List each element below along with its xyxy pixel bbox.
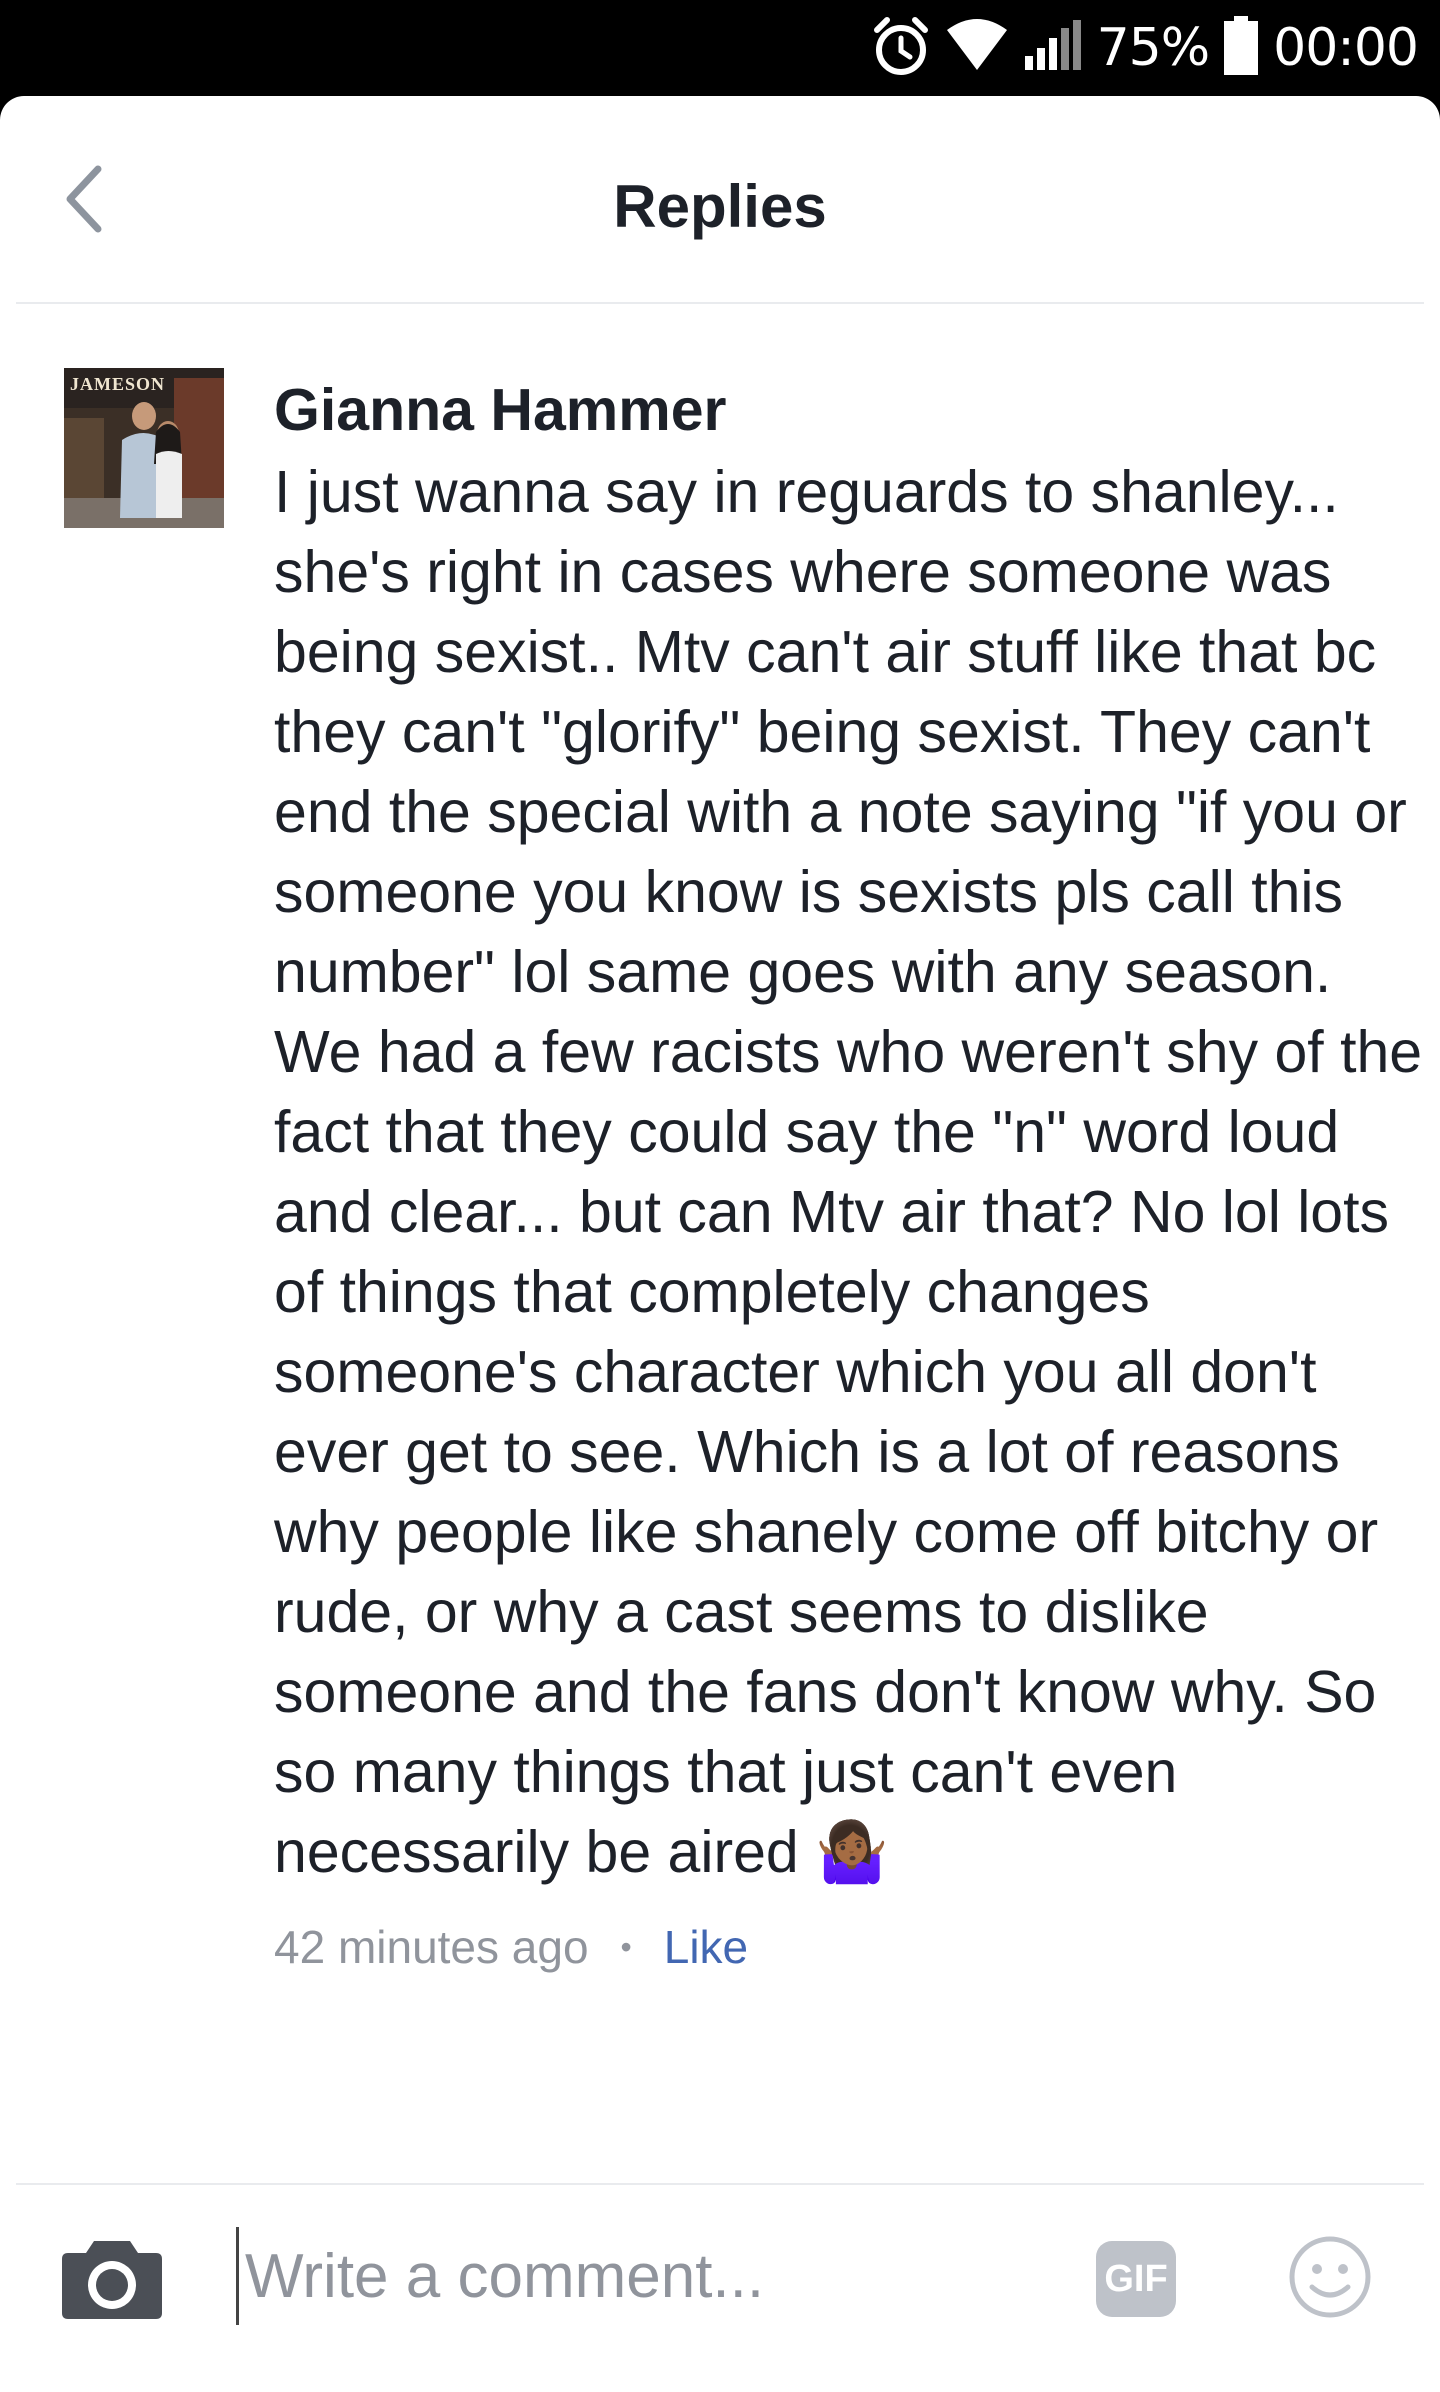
replies-panel: Replies JAMESON Gianna Hammer I just wan… [0,96,1440,2392]
status-bar: 75% 00:00 [0,0,1440,96]
alarm-icon [871,14,931,83]
comment-text: I just wanna say in reguards to shanley.… [274,459,1439,1885]
camera-button[interactable] [60,2235,164,2321]
clock: 00:00 [1273,18,1419,78]
comment: Gianna Hammer I just wanna say in reguar… [274,374,1424,1974]
avatar[interactable]: JAMESON [64,368,224,528]
smiley-icon [1288,2235,1372,2324]
camera-icon [60,2235,164,2326]
comment-author[interactable]: Gianna Hammer [274,374,1424,446]
battery-icon [1223,15,1259,81]
meta-separator: • [620,1928,632,1965]
signal-icon [1023,18,1083,79]
comment-input[interactable] [236,2227,1067,2325]
header: Replies [0,96,1440,302]
gif-button[interactable]: GIF [1096,2241,1176,2317]
avatar-logo-text: JAMESON [70,374,166,394]
like-button[interactable]: Like [664,1920,748,1974]
status-icons: 75% 00:00 [871,0,1419,96]
comment-meta: 42 minutes ago • Like [274,1920,1424,1974]
comment-composer: GIF [0,2183,1440,2392]
emoji-button[interactable] [1288,2235,1372,2319]
header-divider [16,302,1424,304]
comment-timestamp[interactable]: 42 minutes ago [274,1920,589,1974]
page-title: Replies [613,173,827,240]
battery-percent: 75% [1096,18,1211,78]
wifi-icon [945,18,1009,79]
